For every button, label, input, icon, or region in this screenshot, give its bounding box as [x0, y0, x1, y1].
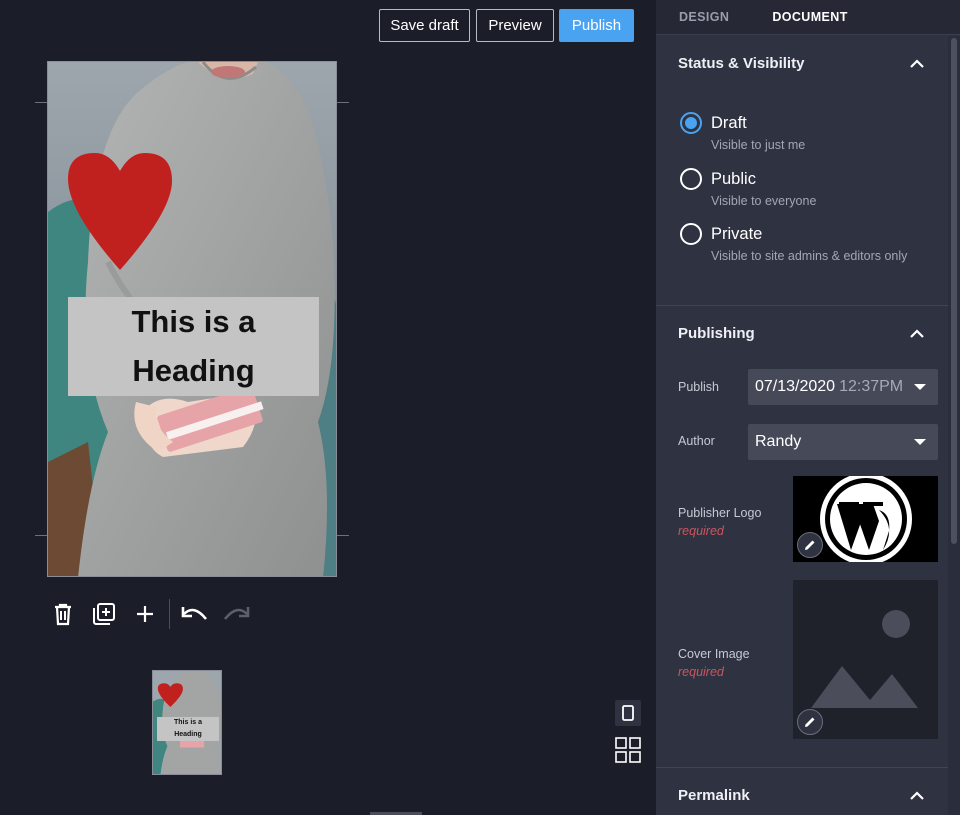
- chevron-up-icon: [910, 790, 924, 800]
- toolbar-divider: [169, 599, 170, 629]
- radio-button[interactable]: [680, 112, 702, 134]
- publish-date-value: 07/13/2020: [755, 378, 836, 395]
- status-visibility-panel-header[interactable]: Status & Visibility: [656, 35, 948, 91]
- radio-private[interactable]: Private Visible to site admins & editors…: [680, 223, 907, 263]
- pencil-icon: [805, 717, 815, 727]
- grid-view-icon[interactable]: [614, 736, 642, 764]
- edit-publisher-logo-button[interactable]: [797, 532, 823, 558]
- thumbnail-heading: This is a Heading: [157, 717, 219, 741]
- panel-title: Permalink: [678, 786, 750, 804]
- radio-label: Private: [711, 225, 763, 243]
- cover-image-label: Cover Image: [678, 647, 750, 661]
- caret-down-icon: [914, 439, 926, 445]
- publishing-panel-header[interactable]: Publishing: [656, 305, 948, 361]
- heading-text-box[interactable]: This is a Heading: [68, 297, 319, 396]
- duplicate-icon[interactable]: [89, 599, 119, 629]
- tab-document[interactable]: DOCUMENT: [772, 10, 847, 24]
- undo-icon[interactable]: [180, 599, 210, 629]
- page-thumbnail[interactable]: This is a Heading: [152, 670, 222, 775]
- author-select[interactable]: Randy: [748, 424, 938, 460]
- thumbnail-heading-line: Heading: [174, 731, 202, 738]
- panel-title: Status & Visibility: [678, 54, 805, 72]
- heading-line: This is a: [131, 304, 256, 339]
- story-page[interactable]: This is a Heading: [47, 61, 337, 577]
- page-toolbar: [48, 598, 262, 630]
- radio-draft[interactable]: Draft Visible to just me: [680, 112, 805, 152]
- safe-zone-guide: [35, 102, 47, 103]
- radio-public[interactable]: Public Visible to everyone: [680, 168, 816, 208]
- chevron-up-icon: [910, 58, 924, 68]
- publish-time-value: 12:37PM: [839, 378, 904, 395]
- radio-button[interactable]: [680, 223, 702, 245]
- permalink-panel-header[interactable]: Permalink: [656, 767, 948, 815]
- radio-label: Draft: [711, 114, 747, 132]
- editor-canvas-area: Save draft Preview Publish This is a Hea…: [0, 0, 656, 815]
- publisher-logo-required: required: [678, 524, 724, 538]
- save-draft-button[interactable]: Save draft: [379, 9, 470, 42]
- trash-icon[interactable]: [48, 599, 78, 629]
- author-value: Randy: [755, 433, 802, 450]
- pencil-icon: [805, 540, 815, 550]
- add-icon[interactable]: [130, 599, 160, 629]
- radio-label: Public: [711, 170, 756, 188]
- sidebar: DESIGN DOCUMENT Status & Visibility Draf…: [656, 0, 960, 815]
- tab-design[interactable]: DESIGN: [679, 10, 729, 24]
- redo-icon[interactable]: [221, 599, 251, 629]
- chevron-up-icon: [910, 328, 924, 338]
- view-toggles: [614, 700, 644, 764]
- publish-date-select[interactable]: 07/13/2020 12:37PM: [748, 369, 938, 405]
- cover-image-placeholder[interactable]: [793, 580, 938, 739]
- thumbnail-heading-line: This is a: [173, 719, 202, 726]
- publisher-logo-label: Publisher Logo: [678, 506, 762, 520]
- heading-line: Heading: [132, 353, 255, 388]
- panel-title: Publishing: [678, 324, 755, 342]
- single-page-view-icon[interactable]: [615, 700, 641, 726]
- radio-description: Visible to site admins & editors only: [711, 249, 908, 263]
- publish-button[interactable]: Publish: [559, 9, 634, 42]
- sidebar-scrollbar[interactable]: [948, 36, 960, 815]
- safe-zone-guide: [337, 102, 349, 103]
- sidebar-tabs: DESIGN DOCUMENT: [656, 0, 960, 35]
- safe-zone-guide: [35, 535, 47, 536]
- radio-button[interactable]: [680, 168, 702, 190]
- publisher-logo-image[interactable]: [793, 476, 938, 562]
- radio-description: Visible to just me: [711, 138, 806, 152]
- scrollbar-thumb[interactable]: [951, 38, 957, 544]
- author-label: Author: [678, 434, 715, 448]
- cover-image-required: required: [678, 665, 724, 679]
- radio-description: Visible to everyone: [711, 194, 817, 208]
- preview-button[interactable]: Preview: [476, 9, 554, 42]
- caret-down-icon: [914, 384, 926, 390]
- edit-cover-image-button[interactable]: [797, 709, 823, 735]
- safe-zone-guide: [337, 535, 349, 536]
- publish-date-label: Publish: [678, 380, 719, 394]
